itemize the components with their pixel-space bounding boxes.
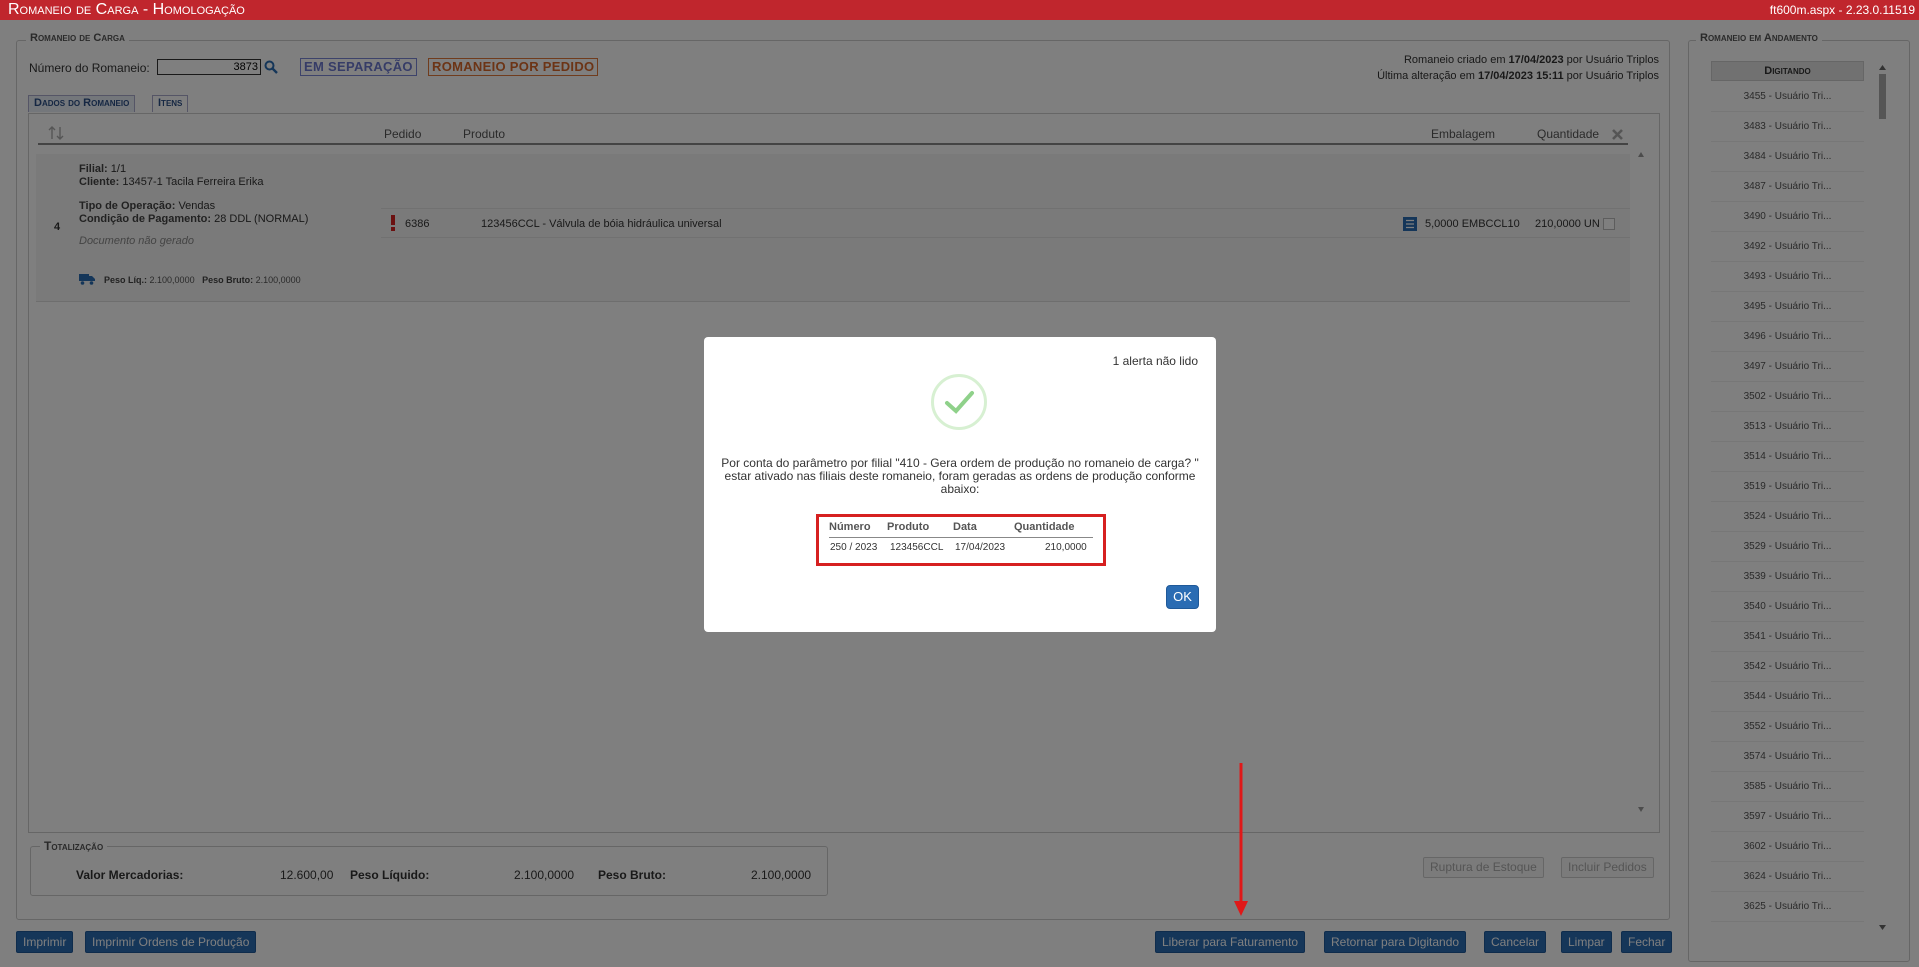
- app-title: Romaneio de Carga - Homologação: [8, 1, 245, 18]
- col-quantidade: Quantidade: [1014, 521, 1075, 533]
- col-numero: Número: [829, 521, 871, 533]
- cell-produto: 123456CCL: [890, 542, 944, 553]
- ok-button[interactable]: OK: [1166, 585, 1199, 609]
- col-data: Data: [953, 521, 977, 533]
- success-check-icon: [931, 374, 987, 430]
- title-bar: Romaneio de Carga - Homologação ft600m.a…: [0, 0, 1919, 20]
- unread-alert-text[interactable]: 1 alerta não lido: [1113, 354, 1198, 368]
- col-produto: Produto: [887, 521, 930, 533]
- cell-data: 17/04/2023: [955, 542, 1006, 553]
- cell-numero: 250 / 2023: [830, 542, 878, 553]
- highlight-box: Número Produto Data Quantidade 250 / 202…: [816, 514, 1106, 566]
- alert-modal: 1 alerta não lido Por conta do parâmetro…: [704, 337, 1216, 632]
- table-divider: [829, 537, 1093, 538]
- cell-quantidade: 210,0000: [1045, 542, 1087, 553]
- red-arrow-annotation: [1234, 763, 1248, 916]
- app-version: ft600m.aspx - 2.23.0.11519: [1769, 3, 1915, 17]
- modal-message: Por conta do parâmetro por filial "410 -…: [721, 456, 1199, 496]
